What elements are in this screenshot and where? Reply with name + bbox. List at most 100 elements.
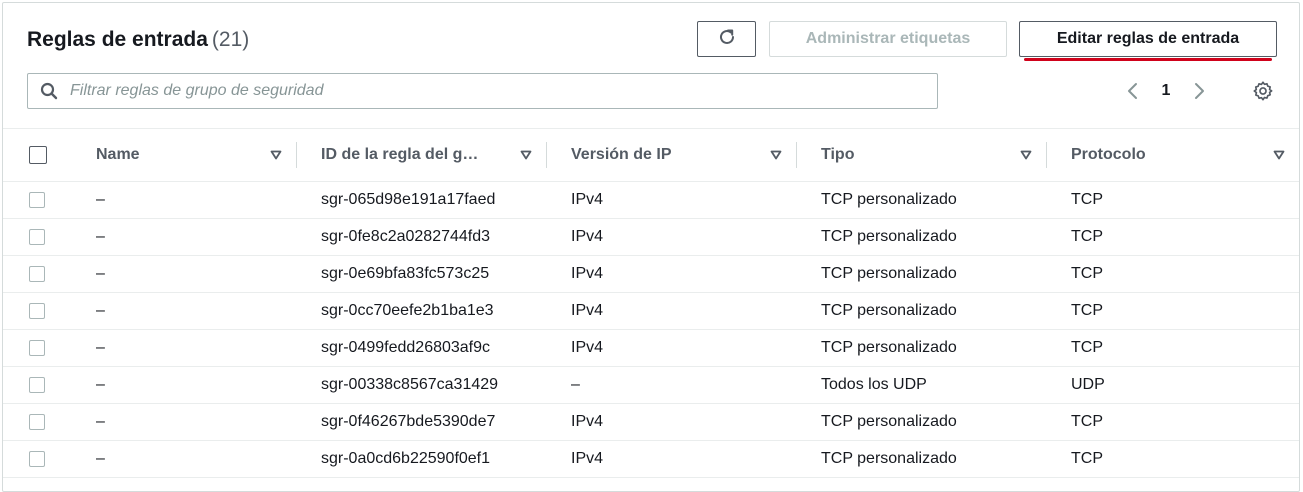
cell-text: TCP personalizado (821, 265, 957, 282)
cell-protocol: TCP (1046, 255, 1299, 293)
row-checkbox[interactable] (29, 377, 45, 393)
row-select-cell (3, 366, 71, 404)
row-checkbox[interactable] (29, 192, 45, 208)
table-row[interactable]: – sgr-0f46267bde5390de7 IPv4 TCP personaliz… (3, 403, 1299, 441)
column-header-rule-id[interactable]: ID de la regla del g… (296, 129, 546, 182)
cell-name: – (71, 403, 296, 441)
row-select-cell (3, 292, 71, 330)
table-row[interactable]: – sgr-065d98e191a17faed IPv4 TCP personaliz… (3, 181, 1299, 219)
column-label: Versión de IP (571, 146, 672, 163)
cell-protocol: TCP (1046, 292, 1299, 330)
column-label: Name (96, 146, 140, 163)
cell-text: – (96, 339, 105, 356)
row-select-cell (3, 403, 71, 441)
cell-text: sgr-0499fedd26803af9c (321, 339, 491, 356)
row-checkbox[interactable] (29, 340, 45, 356)
table-row[interactable]: – sgr-0cc70eefe2b1ba1e3 IPv4 TCP personaliz… (3, 292, 1299, 330)
gear-icon[interactable] (1250, 78, 1276, 104)
cell-type: TCP personalizado (796, 329, 1046, 367)
cell-ip-version: IPv4 (546, 181, 796, 219)
column-separator[interactable] (796, 142, 797, 168)
table-row[interactable]: – sgr-0a0cd6b22590f0ef1 IPv4 TCP personaliz… (3, 440, 1299, 478)
cell-type: TCP personalizado (796, 255, 1046, 293)
column-header-name[interactable]: Name (71, 129, 296, 182)
inbound-rules-table: Name ID de la regla del g… Versión de IP… (3, 129, 1299, 478)
search-input[interactable] (68, 81, 937, 101)
cell-text: – (96, 450, 105, 467)
chevron-right-icon[interactable] (1186, 78, 1212, 104)
table-row[interactable]: – sgr-0fe8c2a0282744fd3 IPv4 TCP personaliz… (3, 218, 1299, 256)
cell-text: IPv4 (571, 191, 604, 208)
cell-id: sgr-0e69bfa83fc573c25 (296, 255, 546, 293)
cell-text: TCP (1071, 265, 1103, 282)
search-field[interactable] (27, 73, 938, 109)
column-header-ip-version[interactable]: Versión de IP (546, 129, 796, 182)
chevron-left-icon[interactable] (1120, 78, 1146, 104)
cell-id: sgr-00338c8567ca31429 (296, 366, 546, 404)
cell-id: sgr-0499fedd26803af9c (296, 329, 546, 367)
cell-text: sgr-0cc70eefe2b1ba1e3 (321, 302, 494, 319)
row-checkbox[interactable] (29, 229, 45, 245)
table-header-row: Name ID de la regla del g… Versión de IP… (3, 129, 1299, 182)
cell-ip-version: IPv4 (546, 292, 796, 330)
cell-text: sgr-00338c8567ca31429 (321, 376, 499, 393)
row-select-cell (3, 181, 71, 219)
cell-id: sgr-0a0cd6b22590f0ef1 (296, 440, 546, 478)
page-number[interactable]: 1 (1146, 82, 1186, 100)
cell-name: – (71, 255, 296, 293)
sort-caret-icon[interactable] (1006, 150, 1046, 160)
cell-text: IPv4 (571, 413, 604, 430)
cell-text: TCP (1071, 450, 1103, 467)
select-all-checkbox[interactable] (29, 146, 47, 164)
manage-tags-button[interactable]: Administrar etiquetas (769, 21, 1007, 57)
column-header-protocol[interactable]: Protocolo (1046, 129, 1299, 182)
cell-text: UDP (1071, 376, 1105, 393)
table-row[interactable]: – sgr-0e69bfa83fc573c25 IPv4 TCP personaliz… (3, 255, 1299, 293)
sort-caret-icon[interactable] (256, 150, 296, 160)
column-header-type[interactable]: Tipo (796, 129, 1046, 182)
cell-id: sgr-065d98e191a17faed (296, 181, 546, 219)
sort-caret-icon[interactable] (756, 150, 796, 160)
cell-protocol: TCP (1046, 403, 1299, 441)
cell-name: – (71, 440, 296, 478)
cell-text: sgr-065d98e191a17faed (321, 191, 496, 208)
cell-text: TCP personalizado (821, 191, 957, 208)
column-separator[interactable] (546, 142, 547, 168)
refresh-button[interactable] (697, 21, 756, 57)
cell-type: TCP personalizado (796, 218, 1046, 256)
column-label: Protocolo (1071, 146, 1146, 163)
column-separator[interactable] (1046, 142, 1047, 168)
column-label: ID de la regla del g… (321, 146, 479, 163)
sort-caret-icon[interactable] (506, 150, 546, 160)
cell-text: TCP personalizado (821, 228, 957, 245)
cell-text: TCP (1071, 413, 1103, 430)
sort-caret-icon[interactable] (1259, 150, 1299, 160)
cell-ip-version: IPv4 (546, 440, 796, 478)
cell-text: IPv4 (571, 265, 604, 282)
cell-text: – (571, 376, 580, 393)
search-icon (40, 82, 58, 100)
rule-count: (21) (211, 28, 250, 51)
cell-text: sgr-0a0cd6b22590f0ef1 (321, 450, 491, 467)
row-checkbox[interactable] (29, 451, 45, 467)
column-separator[interactable] (296, 142, 297, 168)
cell-name: – (71, 218, 296, 256)
row-checkbox[interactable] (29, 266, 45, 282)
cell-id: sgr-0f46267bde5390de7 (296, 403, 546, 441)
cell-name: – (71, 329, 296, 367)
row-select-cell (3, 218, 71, 256)
edit-inbound-rules-button[interactable]: Editar reglas de entrada (1019, 21, 1277, 57)
cell-text: TCP personalizado (821, 450, 957, 467)
table-row[interactable]: – sgr-00338c8567ca31429 – Todos los UDP UDP (3, 366, 1299, 404)
refresh-icon (717, 27, 737, 52)
cell-text: IPv4 (571, 302, 604, 319)
cell-ip-version: – (546, 366, 796, 404)
table-row[interactable]: – sgr-0499fedd26803af9c IPv4 TCP personaliz… (3, 329, 1299, 367)
cell-text: TCP personalizado (821, 339, 957, 356)
highlight-underline (1024, 58, 1272, 61)
row-checkbox[interactable] (29, 303, 45, 319)
cell-text: TCP (1071, 339, 1103, 356)
table-body: – sgr-065d98e191a17faed IPv4 TCP personaliz… (3, 181, 1299, 478)
cell-protocol: TCP (1046, 181, 1299, 219)
row-checkbox[interactable] (29, 414, 45, 430)
